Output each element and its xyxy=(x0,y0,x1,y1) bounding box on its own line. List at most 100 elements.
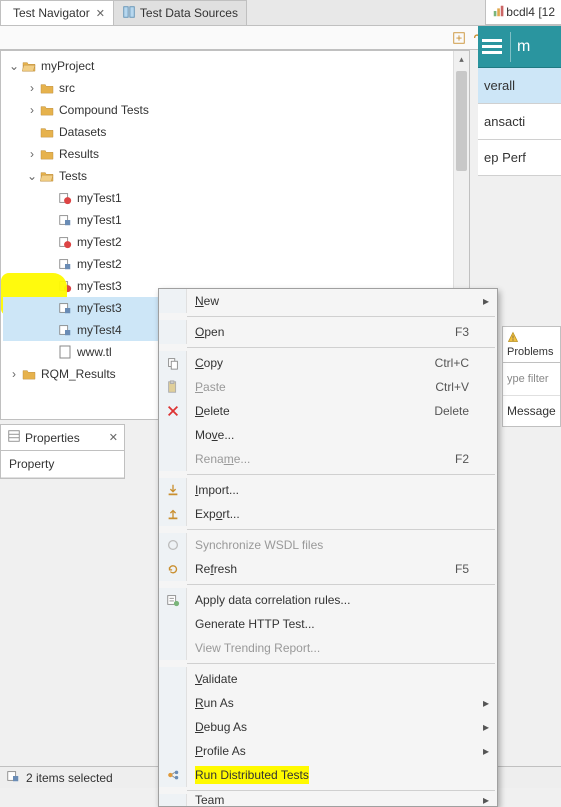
tab-test-navigator[interactable]: Test Navigator ✕ xyxy=(0,0,114,25)
tree-item-test[interactable]: › myTest2 xyxy=(3,253,467,275)
twisty-collapsed-icon[interactable]: › xyxy=(25,103,39,117)
close-icon[interactable]: ✕ xyxy=(96,7,105,20)
tree-item-test[interactable]: › myTest2 xyxy=(3,231,467,253)
shortcut: F3 xyxy=(455,325,475,339)
filter-text[interactable]: ype filter xyxy=(503,363,560,396)
tree-item-project[interactable]: ⌄ myProject xyxy=(3,55,467,77)
submenu-arrow-icon: ▸ xyxy=(475,294,489,308)
tree-item-label: myProject xyxy=(41,59,94,73)
toolbar-collapse-icon[interactable] xyxy=(450,29,468,47)
properties-view: Properties ✕ Property xyxy=(0,424,125,479)
shortcut: F5 xyxy=(455,562,475,576)
tree-item-label: www.tl xyxy=(77,345,112,359)
shortcut: Delete xyxy=(434,404,475,418)
folder-open-icon xyxy=(39,168,55,184)
tree-item-label: Compound Tests xyxy=(59,103,149,117)
twisty-collapsed-icon[interactable]: › xyxy=(25,147,39,161)
tree-item-label: myTest1 xyxy=(77,213,122,227)
warning-icon xyxy=(507,334,519,346)
menu-team[interactable]: Team ▸ xyxy=(159,794,497,806)
menu-import[interactable]: Import... xyxy=(159,478,497,502)
tree-item-tests[interactable]: ⌄ Tests xyxy=(3,165,467,187)
selection-icon xyxy=(6,769,20,786)
menu-refresh[interactable]: Refresh F5 xyxy=(159,557,497,581)
tab-label: Properties xyxy=(25,431,80,445)
report-tab-overall[interactable]: verall xyxy=(478,68,561,104)
blank-icon xyxy=(159,320,187,344)
tree-item-label: myTest4 xyxy=(77,323,122,337)
tab-problems[interactable]: Problems xyxy=(503,327,560,363)
tab-label: Test Navigator xyxy=(13,6,90,20)
context-menu: New ▸ Open F3 Copy Ctrl+C Paste Ctrl+V D… xyxy=(158,288,498,807)
report-tab-perf[interactable]: ep Perf xyxy=(478,140,561,176)
menu-run-as[interactable]: Run As ▸ xyxy=(159,691,497,715)
menu-new[interactable]: New ▸ xyxy=(159,289,497,313)
menu-generate-http[interactable]: Generate HTTP Test... xyxy=(159,612,497,636)
column-header[interactable]: Property xyxy=(1,451,124,478)
report-tab-transaction[interactable]: ansacti xyxy=(478,104,561,140)
problems-view: Problems ype filter Message xyxy=(502,326,561,427)
menu-open[interactable]: Open F3 xyxy=(159,320,497,344)
delete-icon xyxy=(159,399,187,423)
menu-validate[interactable]: Validate xyxy=(159,667,497,691)
menu-apply-rules[interactable]: Apply data correlation rules... xyxy=(159,588,497,612)
tree-item-compound[interactable]: › Compound Tests xyxy=(3,99,467,121)
hamburger-icon[interactable] xyxy=(482,35,506,59)
tree-item-label: src xyxy=(59,81,75,95)
submenu-arrow-icon: ▸ xyxy=(475,720,489,734)
tree-item-label: myTest2 xyxy=(77,235,122,249)
tree-item-test[interactable]: › myTest1 xyxy=(3,209,467,231)
blank-icon xyxy=(159,447,187,471)
twisty-expanded-icon[interactable]: ⌄ xyxy=(25,169,39,183)
tree-item-label: myTest2 xyxy=(77,257,122,271)
menu-run-distributed[interactable]: Run Distributed Tests xyxy=(159,763,497,787)
tree-item-src[interactable]: › src xyxy=(3,77,467,99)
sync-icon xyxy=(159,533,187,557)
close-icon[interactable]: ✕ xyxy=(109,431,118,444)
folder-open-icon xyxy=(21,58,37,74)
menu-debug-as[interactable]: Debug As ▸ xyxy=(159,715,497,739)
tree-item-datasets[interactable]: › Datasets xyxy=(3,121,467,143)
tree-item-label: myTest3 xyxy=(77,279,122,293)
blank-icon xyxy=(159,667,187,691)
menu-profile-as[interactable]: Profile As ▸ xyxy=(159,739,497,763)
shortcut: F2 xyxy=(455,452,475,466)
tab-label: Test Data Sources xyxy=(140,6,238,20)
menu-sync: Synchronize WSDL files xyxy=(159,533,497,557)
menu-move[interactable]: Move... xyxy=(159,423,497,447)
tree-item-test[interactable]: › myTest1 xyxy=(3,187,467,209)
chart-icon xyxy=(492,4,506,21)
tab-report[interactable]: bcdl4 [12 xyxy=(485,0,561,25)
blank-icon xyxy=(159,612,187,636)
test-suite-icon xyxy=(57,322,73,338)
folder-icon xyxy=(21,366,37,382)
twisty-collapsed-icon[interactable]: › xyxy=(7,367,21,381)
submenu-arrow-icon: ▸ xyxy=(475,744,489,758)
refresh-icon xyxy=(159,557,187,581)
column-header[interactable]: Message xyxy=(503,396,560,426)
menu-export[interactable]: Export... xyxy=(159,502,497,526)
export-icon xyxy=(159,502,187,526)
menu-delete[interactable]: Delete Delete xyxy=(159,399,497,423)
scroll-up-icon[interactable]: ▴ xyxy=(454,51,469,67)
twisty-expanded-icon[interactable]: ⌄ xyxy=(7,59,21,73)
report-menu-bar[interactable]: m xyxy=(478,26,561,68)
blank-icon xyxy=(159,289,187,313)
scroll-thumb[interactable] xyxy=(456,71,467,171)
tree-item-label: RQM_Results xyxy=(41,367,116,381)
folder-icon xyxy=(39,146,55,162)
test-recording-icon xyxy=(57,234,73,250)
test-suite-icon xyxy=(57,300,73,316)
twisty-collapsed-icon[interactable]: › xyxy=(25,81,39,95)
tree-item-results[interactable]: › Results xyxy=(3,143,467,165)
import-icon xyxy=(159,478,187,502)
tree-item-label: Datasets xyxy=(59,125,106,139)
tab-test-data-sources[interactable]: Test Data Sources xyxy=(113,0,247,25)
copy-icon xyxy=(159,351,187,375)
shortcut: Ctrl+C xyxy=(435,356,475,370)
menu-copy[interactable]: Copy Ctrl+C xyxy=(159,351,497,375)
menu-trending: View Trending Report... xyxy=(159,636,497,660)
view-toolbar: ▽ xyxy=(0,26,561,50)
tree-item-label: myTest1 xyxy=(77,191,122,205)
report-panel: m verall ansacti ep Perf xyxy=(478,26,561,176)
